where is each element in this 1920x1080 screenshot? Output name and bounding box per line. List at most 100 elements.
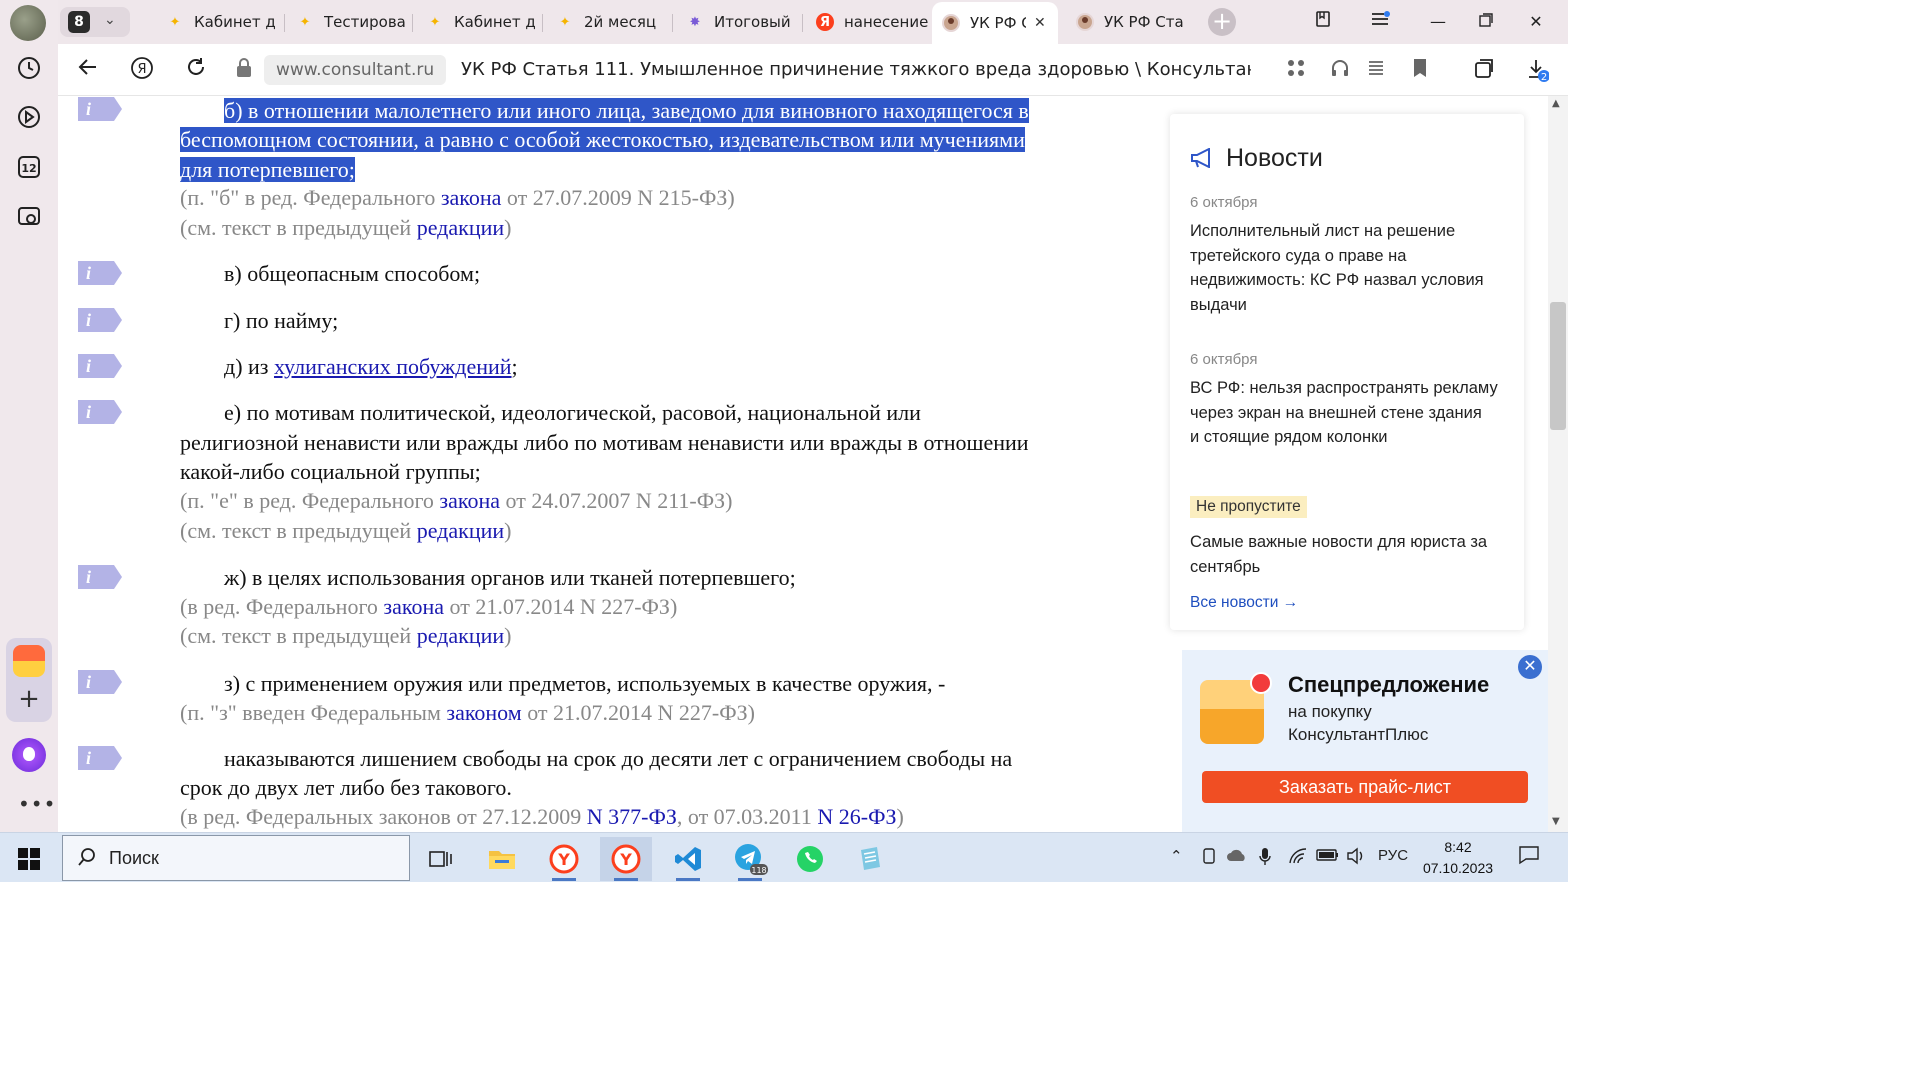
reload-icon[interactable] <box>182 56 210 84</box>
minimize-icon[interactable]: — <box>1426 10 1450 34</box>
tab-uk-rf-active[interactable]: УК РФ С ✕ <box>932 2 1058 44</box>
tray-chevron-icon[interactable]: ⌃ <box>1170 847 1183 865</box>
news-item[interactable]: Исполнительный лист на решение третейског… <box>1190 219 1510 317</box>
envelope-icon <box>1200 672 1272 744</box>
whatsapp-icon[interactable] <box>784 837 836 881</box>
clause-z: з) с применением оружия или предметов, и… <box>224 671 946 696</box>
hooligan-motives-link[interactable]: хулиганских побуждений <box>274 354 512 379</box>
info-badge[interactable]: i <box>78 354 122 378</box>
battery-icon[interactable] <box>1316 847 1340 867</box>
yandex-mail-icon[interactable] <box>13 645 45 677</box>
yandex-browser-icon[interactable]: Y <box>538 837 590 881</box>
law-link[interactable]: закона <box>383 594 444 619</box>
language-indicator[interactable]: РУС <box>1378 847 1408 864</box>
info-badge[interactable]: i <box>78 261 122 285</box>
close-tab-icon[interactable]: ✕ <box>1034 15 1046 31</box>
add-app-icon[interactable]: + <box>17 686 41 712</box>
tab-bar: 8 ⌄ ✦ Кабинет д ✦ Тестирова ✦ Кабинет д … <box>58 0 1568 44</box>
windows-taskbar: Поиск Y Y 118 ⌃ РУС 8:42 07.10.2023 <box>0 832 1568 882</box>
law-link-26[interactable]: N 26-ФЗ <box>817 804 896 829</box>
tab-counter-button[interactable]: 8 ⌄ <box>60 7 130 37</box>
news-item[interactable]: Самые важные новости для юриста за сентяб… <box>1190 530 1510 579</box>
law-link-377[interactable]: N 377-ФЗ <box>587 804 677 829</box>
video-play-icon[interactable] <box>15 103 43 131</box>
info-badge[interactable]: i <box>78 308 122 332</box>
yandex-logo-icon[interactable]: Я <box>128 56 156 84</box>
close-icon[interactable]: ✕ <box>1518 655 1542 679</box>
info-badge[interactable]: i <box>78 670 122 694</box>
close-window-icon[interactable]: ✕ <box>1524 10 1548 34</box>
scroll-thumb[interactable] <box>1550 302 1566 430</box>
tab-kabinet-2[interactable]: ✦ Кабинет д <box>416 5 540 39</box>
new-tab-button[interactable]: + <box>1208 8 1236 36</box>
law-link[interactable]: закона <box>441 185 502 210</box>
tab-testirovanie[interactable]: ✦ Тестирова <box>286 5 406 39</box>
scroll-down-icon[interactable]: ▼ <box>1552 816 1560 827</box>
prev-edition-link[interactable]: редакции <box>417 623 504 648</box>
notepad-app-icon[interactable] <box>844 837 896 881</box>
windows-start-icon[interactable] <box>18 848 40 870</box>
more-icon[interactable]: ••• <box>18 792 56 816</box>
scroll-up-icon[interactable]: ▲ <box>1552 98 1560 109</box>
headphones-icon[interactable] <box>1328 58 1352 82</box>
volume-icon[interactable] <box>1346 847 1366 869</box>
info-badge[interactable]: i <box>78 400 122 424</box>
calendar-icon[interactable]: 12 <box>15 153 43 181</box>
telegram-icon[interactable]: 118 <box>724 837 776 881</box>
tab-uk-rf-2[interactable]: УК РФ Ста <box>1066 5 1186 39</box>
info-badge[interactable]: i <box>78 97 122 121</box>
prev-edition-link[interactable]: редакции <box>417 518 504 543</box>
lock-icon[interactable] <box>230 57 258 85</box>
screenshot-camera-icon[interactable] <box>15 203 43 231</box>
clause-e-line-3: какой-либо социальной группы; <box>180 459 481 484</box>
taskbar-clock[interactable]: 8:42 07.10.2023 <box>1418 837 1498 879</box>
law-link[interactable]: законом <box>446 700 521 725</box>
scrollbar[interactable]: ▲ ▼ <box>1548 96 1568 832</box>
project-icon: ✸ <box>689 14 701 30</box>
maximize-icon[interactable] <box>1474 10 1498 34</box>
file-explorer-icon[interactable] <box>476 837 528 881</box>
clause-e-note: (п. "е" в ред. Федерального закона от 24… <box>180 488 733 513</box>
clause-b-line-2: беспомощном состоянии, а равно с особой … <box>180 127 1025 152</box>
alice-assistant-icon[interactable] <box>12 738 46 772</box>
all-news-link[interactable]: Все новости → <box>1190 594 1298 612</box>
history-icon[interactable] <box>15 54 43 82</box>
yandex-browser-active-icon[interactable]: Y <box>600 837 652 881</box>
prev-edition-link[interactable]: редакции <box>417 215 504 240</box>
tab-2nd-month[interactable]: ✦ 2й месяц <box>546 5 670 39</box>
address-host[interactable]: www.consultant.ru <box>264 55 447 85</box>
clause-e-line-2: религиозной ненависти или вражды либо по… <box>180 430 1029 455</box>
reader-mode-icon[interactable] <box>1364 58 1388 82</box>
clause-g: г) по найму; <box>224 308 339 333</box>
tab-nanesenie[interactable]: Я нанесение <box>806 5 930 39</box>
bookmark-icon[interactable] <box>1408 58 1432 82</box>
consultant-icon <box>942 14 960 32</box>
svg-text:Y: Y <box>619 850 632 869</box>
taskbar-search[interactable]: Поиск <box>62 835 410 881</box>
order-price-list-button[interactable]: Заказать прайс-лист <box>1202 771 1528 803</box>
task-view-icon[interactable] <box>414 837 466 881</box>
notifications-icon[interactable] <box>1518 845 1540 869</box>
tab-itogovyi[interactable]: ✸ Итоговый <box>676 5 800 39</box>
collections-icon[interactable] <box>1472 58 1496 82</box>
bookmarks-panel-icon[interactable] <box>1311 10 1335 34</box>
address-bar-row: Я www.consultant.ru УК РФ Статья 111. Ум… <box>58 44 1568 96</box>
tray-device-icon[interactable] <box>1200 847 1218 869</box>
info-badge[interactable]: i <box>78 746 122 770</box>
news-item[interactable]: ВС РФ: нельзя распространять рекламу чере… <box>1190 376 1510 450</box>
profile-avatar[interactable] <box>10 5 46 41</box>
clause-zh-prev-note: (см. текст в предыдущей редакции) <box>180 623 512 648</box>
menu-icon[interactable] <box>1368 10 1392 34</box>
law-link[interactable]: закона <box>439 488 500 513</box>
page-title[interactable]: УК РФ Статья 111. Умышленное причинение … <box>461 55 1251 85</box>
onedrive-icon[interactable] <box>1226 847 1248 867</box>
microphone-icon[interactable] <box>1258 847 1272 871</box>
back-arrow-icon[interactable] <box>74 56 102 84</box>
info-badge[interactable]: i <box>78 565 122 589</box>
extensions-icon[interactable] <box>1284 58 1308 82</box>
tab-kabinet-1[interactable]: ✦ Кабинет д <box>156 5 282 39</box>
yandex-icon: Я <box>816 13 834 31</box>
vscode-icon[interactable] <box>662 837 714 881</box>
downloads-icon[interactable]: 2 <box>1526 58 1550 83</box>
wifi-icon[interactable] <box>1288 847 1308 869</box>
